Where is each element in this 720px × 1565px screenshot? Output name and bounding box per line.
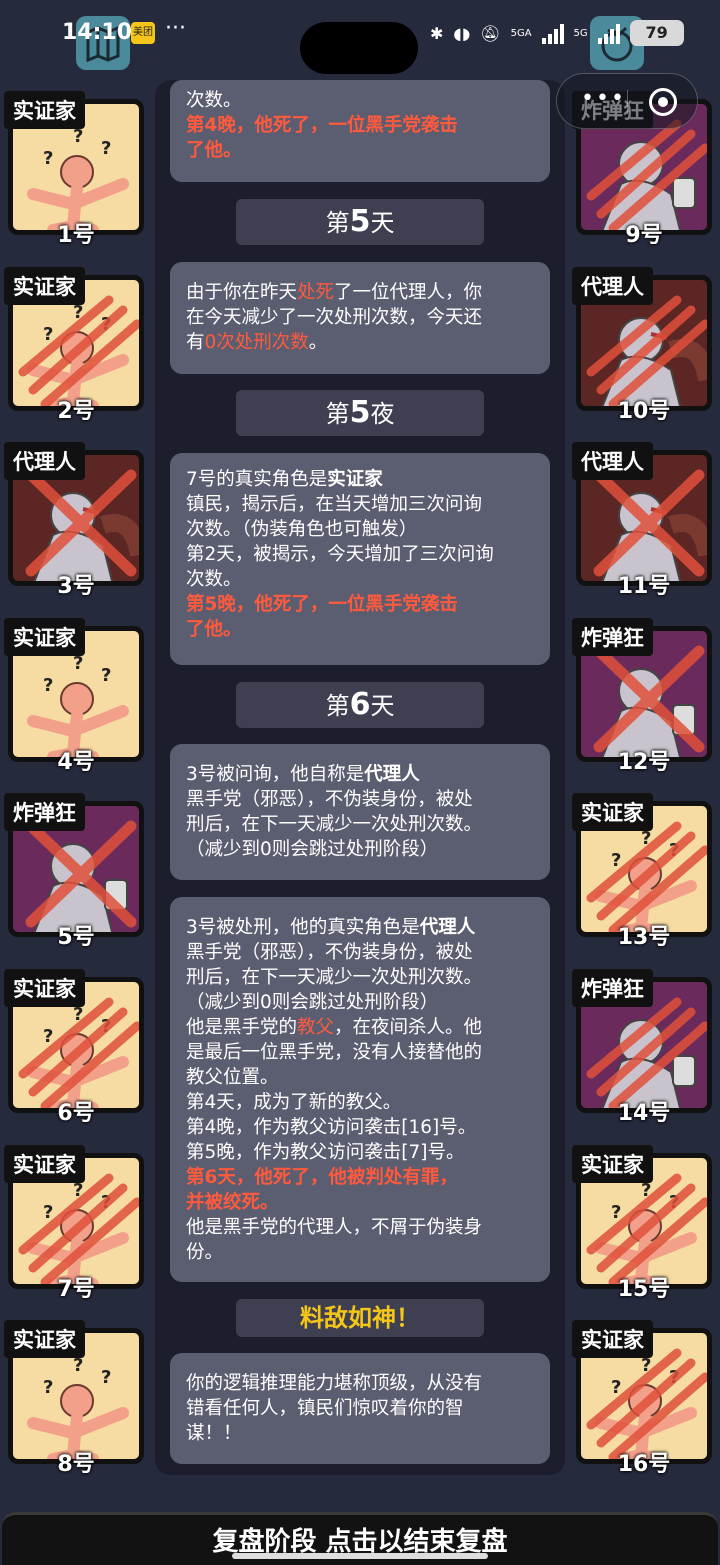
- player-role-label: 实证家: [4, 266, 85, 305]
- player-number-label: 12号: [617, 749, 671, 775]
- player-card-5[interactable]: 炸弹狂 5号: [4, 793, 144, 950]
- player-role-label: 实证家: [572, 1320, 653, 1359]
- player-card-10[interactable]: 代理人 10号: [572, 266, 712, 424]
- player-role-label: 实证家: [572, 1144, 653, 1183]
- network-label-b: 5G: [573, 27, 588, 39]
- svg-text:?: ?: [611, 850, 621, 871]
- player-number-label: 11号: [617, 574, 671, 600]
- player-number-label: 8号: [57, 1452, 95, 1478]
- status-time: 14:10: [62, 20, 133, 45]
- player-role-label: 实证家: [4, 1144, 85, 1183]
- player-card-2[interactable]: ???实证家2号: [4, 266, 144, 424]
- player-card-14[interactable]: 炸弹狂 14号: [572, 969, 712, 1126]
- player-number-label: 2号: [57, 398, 95, 424]
- player-role-label: 代理人: [572, 442, 653, 481]
- player-card-11[interactable]: 代理人 11号: [572, 442, 712, 599]
- log-entry: 3号被处刑，他的真实角色是代理人 黑手党（邪恶），不伪装身份，被处 刑后，在下一…: [170, 897, 550, 1282]
- player-number-label: 14号: [617, 1101, 671, 1126]
- battery-indicator: 79: [629, 20, 684, 46]
- player-card-6[interactable]: ???实证家6号: [4, 969, 144, 1126]
- log-entry: 3号被问询，他自称是代理人 黑手党（邪恶），不伪装身份，被处 刑后，在下一天减少…: [170, 744, 550, 880]
- status-icons: ✱ ◖◗ 🔕︎ 5GA 5G 79: [430, 18, 684, 48]
- player-card-8[interactable]: ??? 实证家 8号: [4, 1320, 144, 1477]
- player-number-label: 7号: [57, 1276, 95, 1302]
- player-number-label: 16号: [617, 1452, 671, 1478]
- svg-text:?: ?: [101, 138, 111, 159]
- game-screen: { "status_bar": {"time": "14:10", "badge…: [0, 0, 720, 1565]
- player-role-label: 实证家: [4, 617, 85, 656]
- verdict-text: 你的逻辑推理能力堪称顶级，从没有 错看任何人，镇民们惊叹着你的智 谋！！: [170, 1353, 550, 1464]
- player-number-label: 10号: [617, 398, 671, 424]
- svg-text:?: ?: [611, 1377, 621, 1398]
- svg-text:?: ?: [73, 1355, 83, 1376]
- svg-text:?: ?: [43, 324, 53, 345]
- mute-icon: 🔕︎: [480, 23, 501, 43]
- signal-icon: [541, 22, 564, 44]
- svg-text:?: ?: [43, 148, 53, 169]
- log-entry: 次数。 第4晚，他死了，一位黑手党袭击 了他。: [170, 80, 550, 182]
- day-5-header: 第5天: [236, 199, 484, 245]
- svg-text:?: ?: [101, 665, 111, 686]
- player-number-label: 15号: [617, 1276, 671, 1302]
- night-5-header: 第5夜: [236, 390, 484, 436]
- svg-text:?: ?: [43, 1202, 53, 1223]
- log-entry: 7号的真实角色是实证家 镇民，揭示后，在当天增加三次问询 次数。（伪装角色也可触…: [170, 453, 550, 665]
- bluetooth-icon: ✱: [430, 23, 444, 43]
- svg-text:?: ?: [73, 653, 83, 674]
- signal-icon-2: [597, 22, 620, 44]
- player-role-label: 炸弹狂: [572, 969, 653, 1007]
- more-options-icon[interactable]: •••: [581, 86, 626, 111]
- player-number-label: 6号: [57, 1101, 95, 1126]
- svg-text:?: ?: [101, 1367, 111, 1388]
- log-entry: 由于你在昨天处死了一位代理人，你 在今天减少了一次处刑次数，今天还 有0次处刑次…: [170, 262, 550, 374]
- verdict-title: 料敌如神！: [236, 1299, 484, 1337]
- player-card-15[interactable]: ???实证家15号: [572, 1144, 712, 1302]
- player-role-label: 代理人: [4, 442, 85, 481]
- player-role-label: 代理人: [572, 266, 653, 305]
- svg-text:?: ?: [43, 675, 53, 696]
- network-label-a: 5GA: [510, 27, 532, 39]
- svg-text:?: ?: [43, 1377, 53, 1398]
- player-number-label: 5号: [57, 925, 95, 951]
- player-card-12[interactable]: 炸弹狂 12号: [572, 617, 712, 775]
- status-bar: 14:10 美团 ··· ✱ ◖◗ 🔕︎ 5GA 5G 79: [0, 0, 720, 74]
- player-role-label: 实证家: [4, 1320, 85, 1359]
- player-card-1[interactable]: ??? 实证家 1号: [4, 91, 144, 248]
- meituan-badge: 美团: [131, 22, 155, 44]
- svg-text:?: ?: [43, 1026, 53, 1047]
- player-role-label: 实证家: [572, 793, 653, 832]
- earbuds-icon: ◖◗: [453, 23, 471, 43]
- player-number-label: 3号: [57, 574, 95, 600]
- player-card-16[interactable]: ???实证家16号: [572, 1320, 712, 1477]
- player-role-label: 实证家: [4, 91, 85, 129]
- close-miniapp-icon[interactable]: [649, 88, 677, 116]
- player-role-label: 炸弹狂: [4, 793, 85, 832]
- player-role-label: 炸弹狂: [572, 617, 653, 656]
- player-number-label: 1号: [57, 223, 95, 248]
- player-card-3[interactable]: 代理人 3号: [4, 442, 144, 599]
- player-card-13[interactable]: ???实证家13号: [572, 793, 712, 950]
- player-card-7[interactable]: ???实证家7号: [4, 1144, 144, 1302]
- svg-text:?: ?: [73, 126, 83, 147]
- player-number-label: 9号: [625, 223, 663, 248]
- camera-notch: [300, 22, 418, 74]
- day-6-header: 第6天: [236, 682, 484, 728]
- player-role-label: 实证家: [4, 969, 85, 1007]
- player-number-label: 4号: [57, 749, 95, 775]
- svg-text:?: ?: [611, 1202, 621, 1223]
- player-number-label: 13号: [617, 925, 671, 951]
- more-notifications-icon: ···: [165, 16, 186, 41]
- miniapp-capsule[interactable]: •••: [556, 73, 698, 129]
- home-indicator: [232, 1553, 488, 1559]
- player-card-4[interactable]: ??? 实证家 4号: [4, 617, 144, 775]
